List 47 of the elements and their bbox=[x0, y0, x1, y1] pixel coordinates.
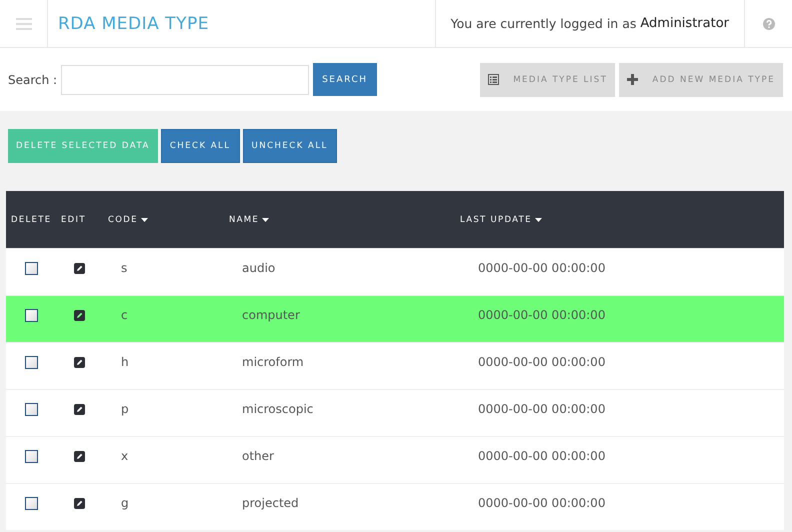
add-button[interactable]: ADD NEW MEDIA TYPE bbox=[619, 62, 783, 96]
list-icon bbox=[488, 74, 500, 85]
list-button[interactable]: MEDIA TYPE LIST bbox=[480, 62, 616, 96]
search-field[interactable] bbox=[61, 64, 310, 94]
table-cell: 0000-00-00 00:00:00 bbox=[478, 355, 606, 369]
check-button[interactable]: CHECK ALL bbox=[160, 129, 240, 163]
column-header[interactable]: NAME bbox=[229, 214, 270, 224]
table-cell: projected bbox=[242, 496, 299, 510]
login-text: You are currently logged in as bbox=[450, 16, 636, 31]
table-cell: computer bbox=[242, 308, 300, 322]
table-cell: g bbox=[121, 496, 129, 510]
row-checkbox[interactable] bbox=[25, 450, 38, 463]
row-checkbox[interactable] bbox=[25, 403, 38, 416]
column-header[interactable]: CODE bbox=[108, 214, 148, 224]
table-cell: 0000-00-00 00:00:00 bbox=[478, 449, 606, 463]
user-name: Administrator bbox=[640, 16, 729, 31]
column-header[interactable]: LAST UPDATE bbox=[460, 214, 542, 224]
column-header: DELETE bbox=[11, 214, 52, 224]
check-button[interactable]: UNCHECK ALL bbox=[242, 129, 337, 163]
row-checkbox[interactable] bbox=[25, 309, 38, 322]
table-cell: h bbox=[121, 355, 129, 369]
table-cell: 0000-00-00 00:00:00 bbox=[478, 261, 606, 275]
search-label: Search : bbox=[8, 72, 58, 86]
table-cell: 0000-00-00 00:00:00 bbox=[478, 308, 606, 322]
column-header: EDIT bbox=[61, 214, 86, 224]
page-title: RDA MEDIA TYPE bbox=[57, 12, 210, 36]
row-checkbox[interactable] bbox=[25, 356, 38, 369]
table-cell: audio bbox=[242, 261, 276, 275]
table-cell: other bbox=[242, 449, 274, 463]
row-checkbox[interactable] bbox=[25, 262, 38, 275]
row-checkbox[interactable] bbox=[25, 497, 38, 510]
table-cell: 0000-00-00 00:00:00 bbox=[478, 496, 606, 510]
pencil-icon[interactable] bbox=[74, 451, 85, 462]
table-cell: microscopic bbox=[242, 402, 314, 416]
pencil-icon[interactable] bbox=[74, 310, 85, 321]
table-cell: c bbox=[121, 308, 128, 322]
plus-icon bbox=[627, 74, 638, 85]
pencil-icon[interactable] bbox=[74, 263, 85, 274]
search-button[interactable]: SEARCH bbox=[313, 63, 377, 96]
pencil-icon[interactable] bbox=[74, 357, 85, 368]
table-cell: s bbox=[121, 261, 128, 275]
table-cell: p bbox=[121, 402, 129, 416]
pencil-icon[interactable] bbox=[74, 498, 85, 509]
pencil-icon[interactable] bbox=[74, 404, 85, 415]
table-cell: 0000-00-00 00:00:00 bbox=[478, 402, 606, 416]
table-cell: microform bbox=[242, 355, 304, 369]
table-cell: x bbox=[121, 449, 128, 463]
